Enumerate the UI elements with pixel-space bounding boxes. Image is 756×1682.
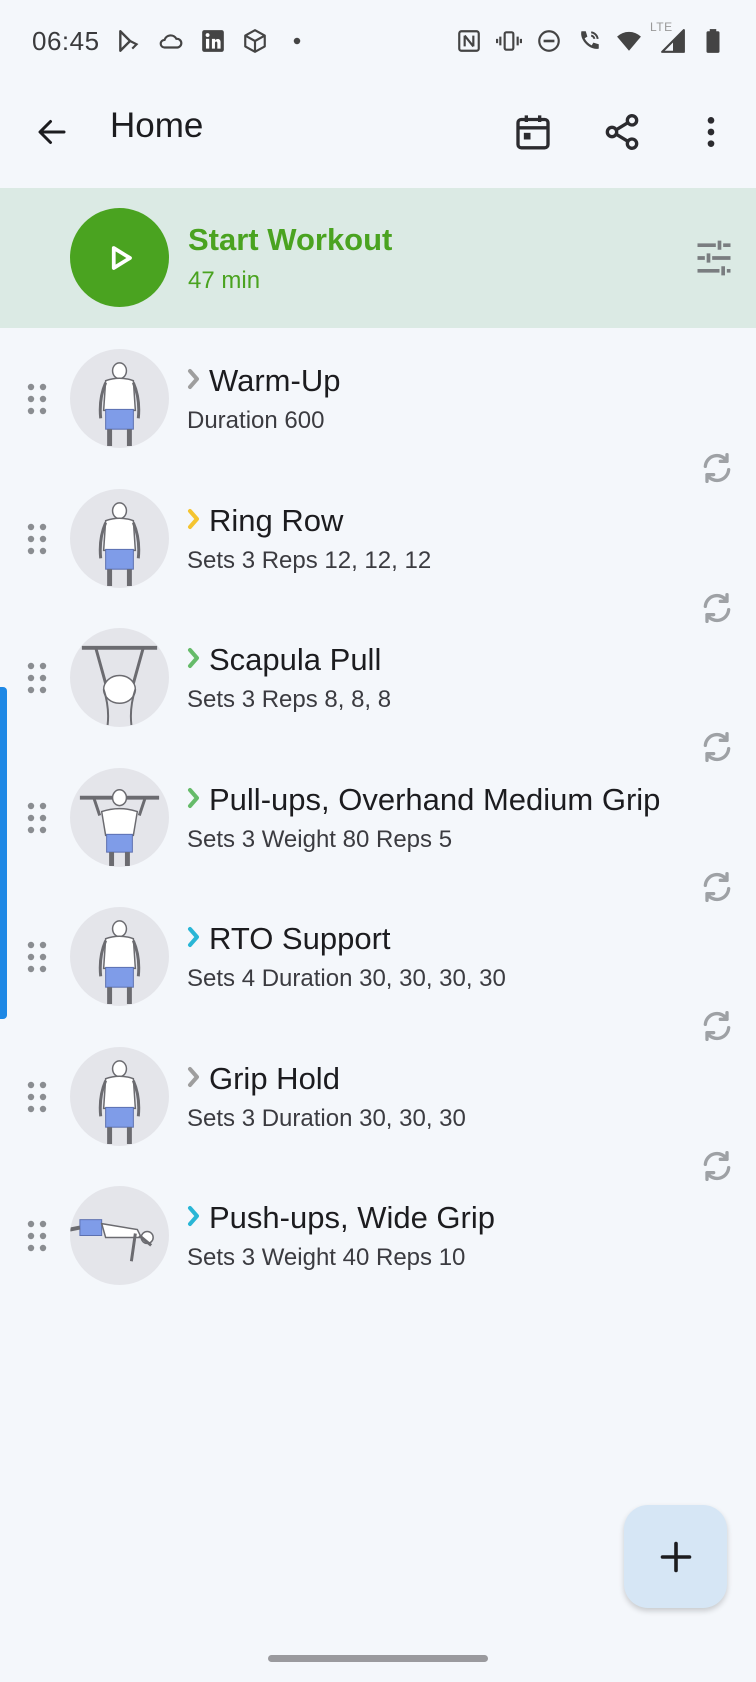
back-button[interactable] bbox=[28, 108, 76, 156]
calendar-icon bbox=[516, 115, 550, 150]
exercise-thumbnail bbox=[70, 767, 169, 867]
wifi-calling-icon bbox=[581, 31, 599, 49]
status-time: 06:45 bbox=[32, 25, 100, 56]
exercise-detail: Sets 3 Reps 12, 12, 12 bbox=[187, 546, 432, 574]
exercise-detail: Sets 3 Weight 40 Reps 10 bbox=[187, 1244, 466, 1271]
dot-icon bbox=[293, 37, 300, 45]
exercise-row[interactable]: Push-ups, Wide Grip Sets 3 Weight 40 Reps… bbox=[0, 1165, 756, 1305]
start-workout-button[interactable] bbox=[70, 208, 169, 307]
exercise-name: Scapula Pull bbox=[209, 642, 382, 677]
calendar-button[interactable] bbox=[507, 106, 559, 158]
exercise-detail: Duration 600 bbox=[187, 407, 325, 434]
status-bar: 06:45 LTE bbox=[0, 0, 756, 82]
chevron-right-icon bbox=[187, 647, 201, 669]
more-vert-icon bbox=[707, 117, 715, 147]
chevron-right-icon bbox=[187, 1066, 201, 1088]
chevron-right-icon bbox=[187, 787, 201, 809]
start-workout-label: Start Workout bbox=[188, 222, 393, 257]
chevron-right-icon bbox=[187, 1205, 201, 1227]
drag-handle-icon[interactable] bbox=[26, 1219, 48, 1253]
drag-handle-icon[interactable] bbox=[26, 1080, 48, 1114]
exercise-detail: Sets 3 Weight 80 Reps 5 bbox=[187, 825, 453, 853]
tune-icon[interactable] bbox=[692, 236, 736, 280]
chevron-right-icon bbox=[187, 508, 201, 530]
vibrate-icon bbox=[496, 31, 522, 51]
lte-signal-icon: LTE bbox=[650, 20, 686, 54]
exercise-row[interactable]: Grip Hold Sets 3 Duration 30, 30, 30 bbox=[0, 1026, 756, 1181]
add-exercise-button[interactable] bbox=[624, 1505, 727, 1608]
play-icon bbox=[111, 245, 132, 270]
app-bar: Home bbox=[0, 82, 756, 188]
add-icon bbox=[660, 1541, 691, 1572]
exercise-thumbnail bbox=[70, 628, 169, 727]
do-not-disturb-icon bbox=[538, 30, 560, 52]
exercise-row[interactable]: Ring Row Sets 3 Reps 12, 12, 12 bbox=[0, 468, 756, 623]
chevron-right-icon bbox=[187, 926, 201, 948]
home-indicator[interactable] bbox=[268, 1655, 488, 1662]
exercise-detail: Sets 4 Duration 30, 30, 30, 30 bbox=[187, 965, 506, 992]
exercise-name: Pull-ups, Overhand Medium Grip bbox=[209, 781, 661, 817]
exercise-row[interactable]: RTO Support Sets 4 Duration 30, 30, 30, 3… bbox=[0, 886, 756, 1041]
drag-handle-icon[interactable] bbox=[26, 522, 48, 556]
linkedin-icon bbox=[201, 30, 224, 52]
exercise-thumbnail bbox=[70, 349, 169, 448]
scroll-indicator[interactable] bbox=[0, 687, 7, 1019]
drag-handle-icon[interactable] bbox=[26, 801, 48, 835]
drag-handle-icon[interactable] bbox=[26, 661, 48, 695]
nfc-icon bbox=[458, 30, 480, 52]
start-workout-panel[interactable]: Start Workout 47 min bbox=[0, 188, 756, 328]
exercise-row[interactable]: Pull-ups, Overhand Medium Grip Sets 3 Wei… bbox=[0, 747, 756, 902]
exercise-name: RTO Support bbox=[209, 921, 391, 956]
wifi-icon bbox=[617, 31, 641, 51]
exercise-name: Ring Row bbox=[209, 502, 344, 538]
exercise-thumbnail bbox=[70, 1046, 169, 1146]
exercise-thumbnail bbox=[70, 488, 169, 588]
drag-handle-icon[interactable] bbox=[26, 382, 48, 416]
workout-duration: 47 min bbox=[188, 267, 261, 294]
page-title: Home bbox=[110, 106, 204, 145]
exercise-name: Push-ups, Wide Grip bbox=[209, 1200, 495, 1235]
arrow-back-icon bbox=[38, 120, 66, 144]
drag-handle-icon[interactable] bbox=[26, 940, 48, 974]
box-icon bbox=[243, 29, 266, 53]
exercise-detail: Sets 3 Reps 8, 8, 8 bbox=[187, 686, 392, 713]
status-left: 06:45 bbox=[32, 26, 310, 57]
exercise-name: Warm-Up bbox=[209, 363, 341, 398]
share-button[interactable] bbox=[596, 106, 648, 158]
chevron-right-icon bbox=[187, 368, 201, 390]
exercise-name: Grip Hold bbox=[209, 1060, 340, 1096]
cloud-icon bbox=[159, 34, 182, 49]
share-icon bbox=[605, 114, 639, 151]
exercise-thumbnail bbox=[70, 1186, 169, 1285]
exercise-row[interactable]: Warm-Up Duration 600 bbox=[0, 328, 756, 483]
battery-icon bbox=[706, 29, 720, 53]
status-right: LTE bbox=[456, 20, 726, 54]
exercise-row[interactable]: Scapula Pull Sets 3 Reps 8, 8, 8 bbox=[0, 607, 756, 762]
exercise-detail: Sets 3 Duration 30, 30, 30 bbox=[187, 1104, 466, 1132]
exercise-thumbnail bbox=[70, 907, 169, 1006]
play-store-icon bbox=[118, 30, 138, 52]
more-options-button[interactable] bbox=[685, 106, 737, 158]
